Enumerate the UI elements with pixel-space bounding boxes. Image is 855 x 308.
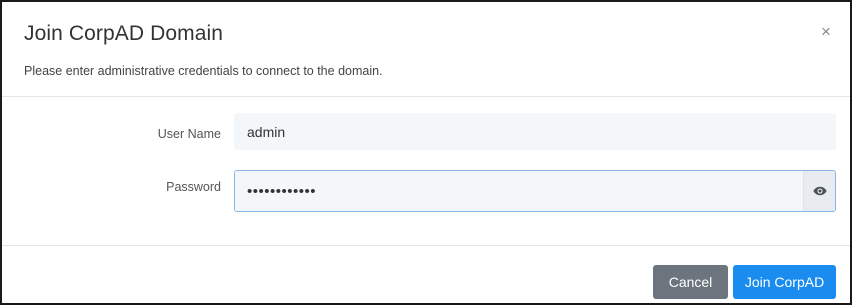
close-button[interactable]: × [816, 20, 836, 44]
close-icon: × [821, 22, 831, 41]
cancel-button[interactable]: Cancel [653, 265, 728, 299]
password-field-group [234, 170, 836, 212]
password-label: Password [166, 180, 221, 194]
dialog-title: Join CorpAD Domain [24, 22, 224, 45]
join-domain-dialog: Join CorpAD Domain Please enter administ… [0, 0, 852, 305]
show-password-button[interactable] [803, 171, 835, 211]
username-input[interactable] [234, 113, 836, 150]
dialog-subtitle: Please enter administrative credentials … [24, 64, 383, 78]
dialog-header: Join CorpAD Domain Please enter administ… [2, 2, 850, 97]
dialog-footer: Cancel Join CorpAD [2, 246, 850, 303]
password-input[interactable] [235, 171, 805, 211]
dialog-body: User Name Password [2, 97, 850, 246]
eye-icon [812, 186, 827, 196]
join-corpad-button[interactable]: Join CorpAD [733, 265, 836, 299]
username-label: User Name [157, 127, 221, 141]
